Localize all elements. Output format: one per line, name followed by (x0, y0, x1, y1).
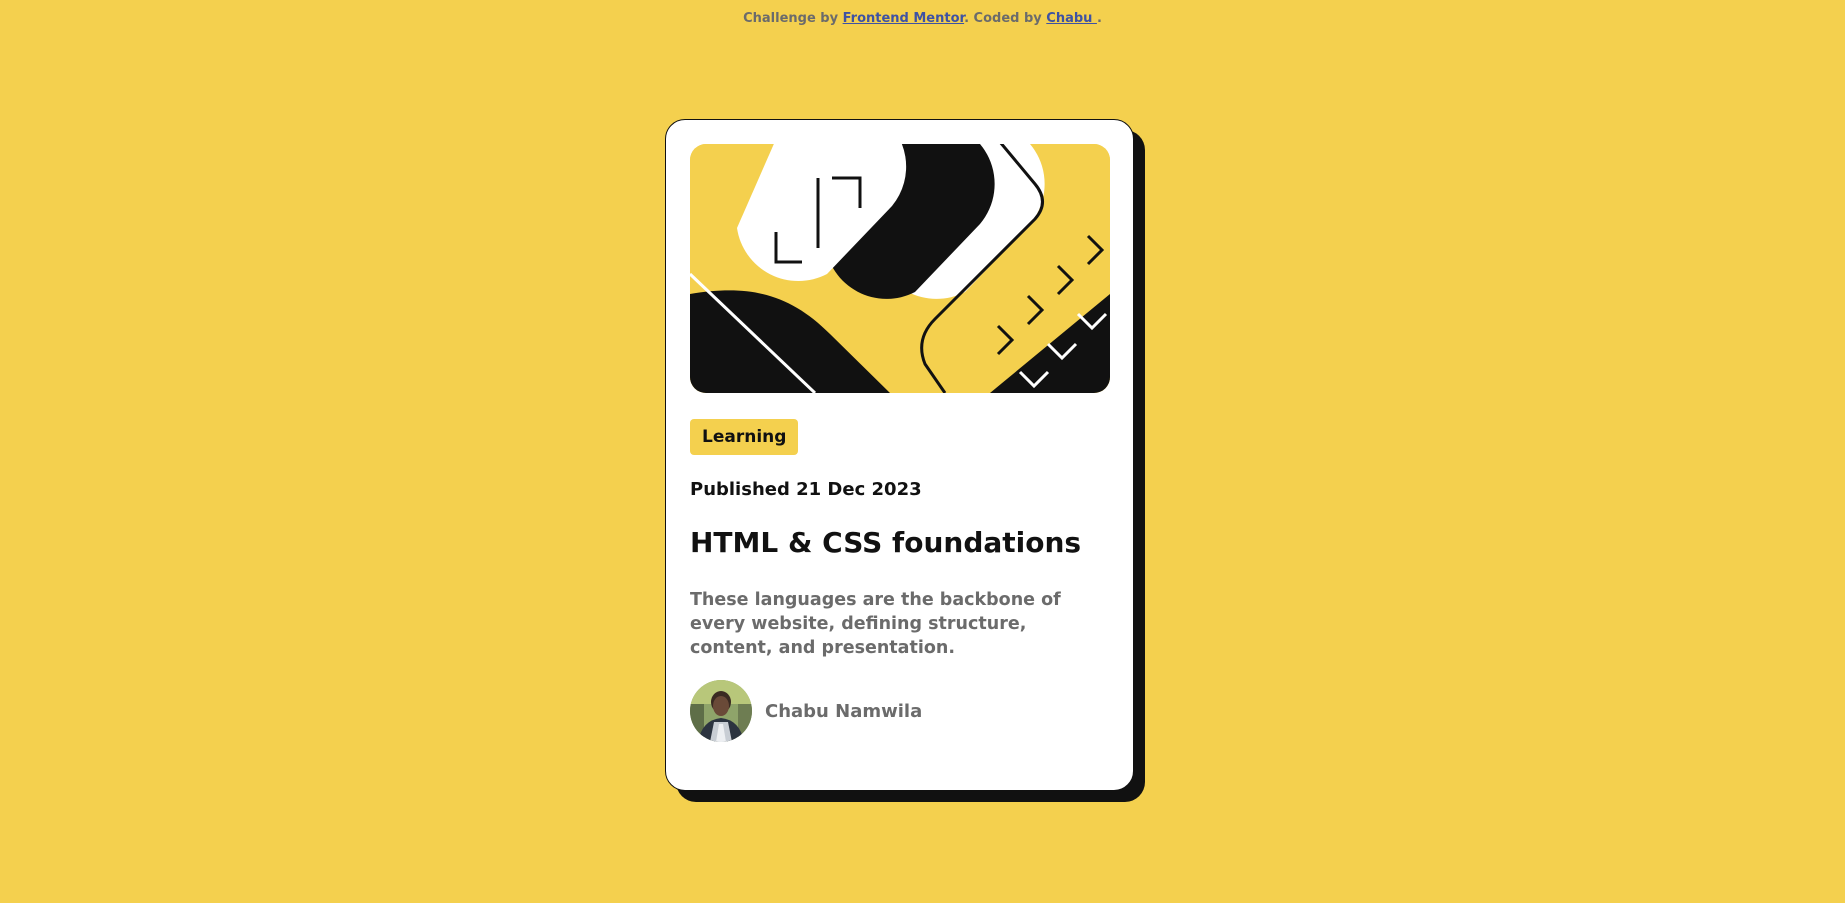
published-date: Published 21 Dec 2023 (690, 479, 922, 500)
attribution-prefix: Challenge by (743, 11, 843, 26)
hero-illustration (690, 144, 1110, 393)
author-link[interactable]: Chabu (1046, 11, 1097, 26)
blog-preview-card: Learning Published 21 Dec 2023 HTML & CS… (665, 119, 1134, 791)
author-name: Chabu Namwila (765, 700, 923, 722)
attribution-suffix: . (1096, 11, 1102, 26)
attribution: Challenge by Frontend Mentor. Coded by C… (0, 10, 1845, 28)
category-tag: Learning (690, 419, 799, 455)
card-title[interactable]: HTML & CSS foundations (690, 525, 1081, 561)
author: Chabu Namwila (690, 680, 922, 742)
frontend-mentor-link[interactable]: Frontend Mentor (843, 11, 964, 26)
avatar (690, 680, 752, 742)
attribution-middle: . Coded by (964, 11, 1047, 26)
card-description: These languages are the backbone of ever… (690, 590, 1061, 658)
